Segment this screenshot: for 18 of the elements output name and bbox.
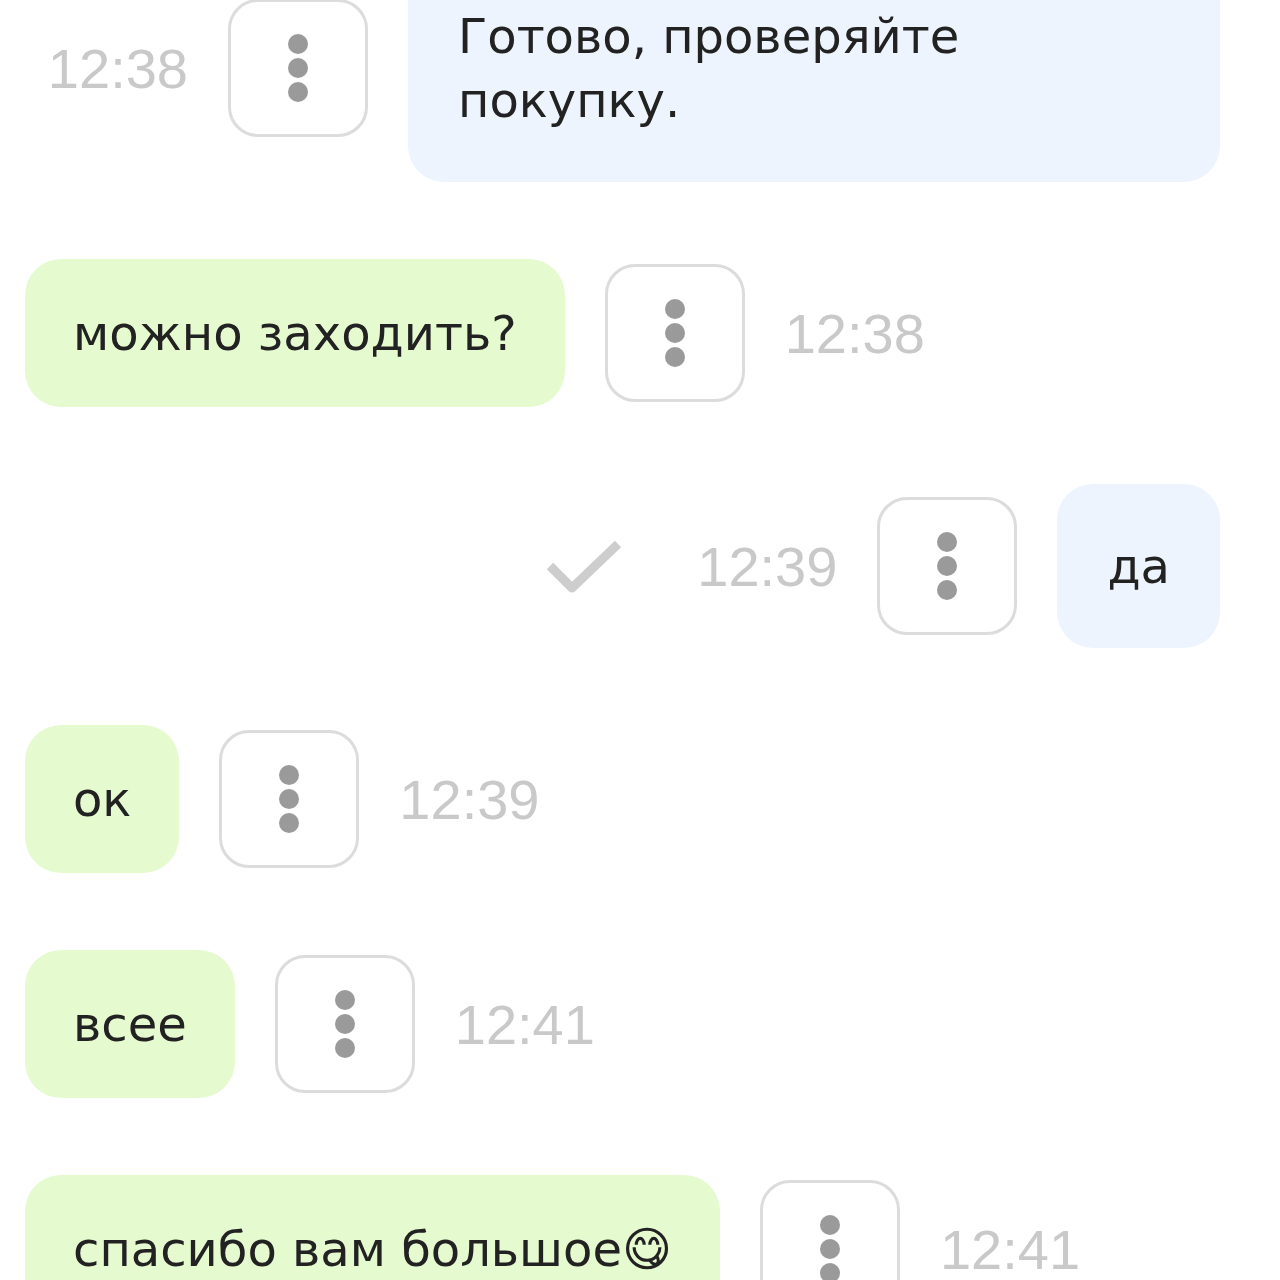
more-button[interactable] bbox=[604, 264, 745, 402]
message-bubble: спасибо вам большое😋 bbox=[25, 1175, 720, 1280]
message-bubble: Готово, проверяйте покупку. bbox=[408, 0, 1220, 182]
more-button[interactable] bbox=[877, 497, 1018, 635]
message-bubble: ок bbox=[25, 725, 180, 873]
more-icon bbox=[818, 1214, 841, 1280]
message-bubble: да bbox=[1057, 484, 1220, 648]
more-icon bbox=[663, 298, 686, 368]
more-icon bbox=[936, 531, 959, 601]
message-bubble: можно заходить? bbox=[25, 259, 565, 407]
more-icon bbox=[287, 33, 309, 103]
more-icon bbox=[278, 764, 301, 834]
more-button[interactable] bbox=[759, 1180, 900, 1280]
more-button[interactable] bbox=[274, 955, 415, 1093]
more-button[interactable] bbox=[219, 730, 360, 868]
message-bubble: всее bbox=[25, 950, 235, 1098]
more-button[interactable] bbox=[228, 0, 368, 137]
more-icon bbox=[333, 989, 356, 1059]
